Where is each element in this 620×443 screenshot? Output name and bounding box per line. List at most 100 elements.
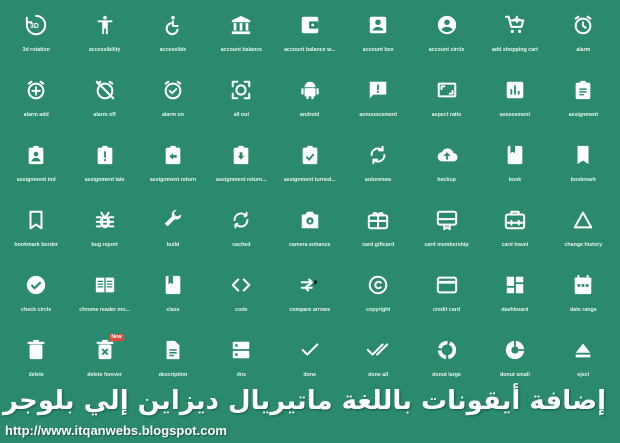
icon-tile-delete-forever[interactable]: delete forever New (70, 329, 138, 394)
icon-tile-book[interactable]: book (481, 134, 549, 199)
icon-label: eject (577, 372, 590, 378)
card-membership-icon (436, 209, 458, 231)
delete-forever-icon (94, 339, 116, 361)
assignment-late-icon (94, 144, 116, 166)
icon-tile-dashboard[interactable]: dashboard (481, 264, 549, 329)
icon-tile-android[interactable]: android (276, 69, 344, 134)
done-all-icon (367, 339, 389, 361)
icon-label: donut large (432, 372, 461, 378)
icon-tile-done-all[interactable]: done all (344, 329, 412, 394)
icon-label: assignment return (149, 177, 197, 183)
icon-tile-bookmark-border[interactable]: bookmark border (2, 199, 70, 264)
check-circle-icon (25, 274, 47, 296)
icon-label: alarm on (161, 112, 185, 118)
icon-grid: 3D 3d rotation accessibility accessible acco… (2, 4, 618, 394)
icon-tile-donut-small[interactable]: donut small (481, 329, 549, 394)
icon-label: 3d rotation (22, 47, 50, 53)
aspect-ratio-icon (436, 79, 458, 101)
icon-label: assignment (568, 112, 599, 118)
icon-tile-autorenew[interactable]: autorenew (344, 134, 412, 199)
icon-tile-donut-large[interactable]: donut large (412, 329, 480, 394)
icon-tile-done[interactable]: done (276, 329, 344, 394)
donut-large-icon (436, 339, 458, 361)
icon-tile-all-out[interactable]: all out (207, 69, 275, 134)
icon-label: book (508, 177, 522, 183)
icon-tile-3d-rotation[interactable]: 3D 3d rotation (2, 4, 70, 69)
backup-icon (436, 144, 458, 166)
icon-tile-chrome-reader-mode[interactable]: chrome reader mo... (70, 264, 138, 329)
icon-tile-accessible[interactable]: accessible (139, 4, 207, 69)
icon-tile-date-range[interactable]: date range (549, 264, 617, 329)
icon-label: done (303, 372, 317, 378)
icon-tile-code[interactable]: code (207, 264, 275, 329)
icon-label: assignment ind (16, 177, 56, 183)
icon-tile-assignment-return[interactable]: assignment return (139, 134, 207, 199)
icon-tile-copyright[interactable]: copyright (344, 264, 412, 329)
icon-label: assignment return... (216, 177, 267, 183)
icon-tile-assignment-returned[interactable]: assignment return... (207, 134, 275, 199)
icon-tile-announcement[interactable]: announcement (344, 69, 412, 134)
description-icon (162, 339, 184, 361)
icon-tile-backup[interactable]: backup (412, 134, 480, 199)
site-url[interactable]: http://www.itqanwebs.blogspot.com (5, 423, 227, 438)
icon-tile-add-shopping-cart[interactable]: add shopping cart (481, 4, 549, 69)
bookmark-border-icon (25, 209, 47, 231)
dns-icon (230, 339, 252, 361)
icon-label: alarm (576, 47, 591, 53)
icon-tile-card-membership[interactable]: card membership (412, 199, 480, 264)
alarm-off-icon (94, 79, 116, 101)
bookmark-icon (572, 144, 594, 166)
page-title: إضافة أيقونات باللغة ماتيريال ديزاين إلي… (2, 386, 606, 416)
icon-tile-dns[interactable]: dns (207, 329, 275, 394)
cached-icon (230, 209, 252, 231)
announcement-icon (367, 79, 389, 101)
icon-tile-description[interactable]: description (139, 329, 207, 394)
icon-tile-alarm-off[interactable]: alarm off (70, 69, 138, 134)
icon-tile-alarm[interactable]: alarm (549, 4, 617, 69)
icon-tile-delete[interactable]: delete (2, 329, 70, 394)
icon-tile-account-box[interactable]: account box (344, 4, 412, 69)
icon-tile-account-balance[interactable]: account balance (207, 4, 275, 69)
icon-tile-cached[interactable]: cached (207, 199, 275, 264)
icon-tile-alarm-add[interactable]: alarm add (2, 69, 70, 134)
autorenew-icon (367, 144, 389, 166)
icon-label: account box (362, 47, 394, 53)
icon-tile-assignment-turned-in[interactable]: assignment turned... (276, 134, 344, 199)
account-balance-icon (230, 14, 252, 36)
icon-tile-change-history[interactable]: change history (549, 199, 617, 264)
icon-tile-card-giftcard[interactable]: card giftcard (344, 199, 412, 264)
icon-tile-account-circle[interactable]: account circle (412, 4, 480, 69)
account-balance-wallet-icon (299, 14, 321, 36)
icon-label: check circle (21, 307, 52, 313)
icon-tile-account-balance-wallet[interactable]: account balance w... (276, 4, 344, 69)
icon-tile-alarm-on[interactable]: alarm on (139, 69, 207, 134)
icon-label: date range (569, 307, 597, 313)
icon-tile-check-circle[interactable]: check circle (2, 264, 70, 329)
icon-tile-bookmark[interactable]: bookmark (549, 134, 617, 199)
assignment-turned-in-icon (299, 144, 321, 166)
icon-tile-accessibility[interactable]: accessibility (70, 4, 138, 69)
assignment-icon (572, 79, 594, 101)
class-icon (162, 274, 184, 296)
icon-tile-credit-card[interactable]: credit card (412, 264, 480, 329)
icon-tile-card-travel[interactable]: card travel (481, 199, 549, 264)
icon-tile-camera-enhance[interactable]: camera enhance (276, 199, 344, 264)
card-giftcard-icon (367, 209, 389, 231)
icon-tile-assignment-late[interactable]: assignment late (70, 134, 138, 199)
icon-tile-assessment[interactable]: assessment (481, 69, 549, 134)
icon-tile-compare-arrows[interactable]: compare arrows (276, 264, 344, 329)
card-travel-icon (504, 209, 526, 231)
icon-tile-bug-report[interactable]: bug report (70, 199, 138, 264)
new-badge: New (109, 334, 124, 341)
icon-label: card giftcard (362, 242, 395, 248)
eject-icon (572, 339, 594, 361)
icon-label: backup (437, 177, 456, 183)
credit-card-icon (436, 274, 458, 296)
icon-tile-class[interactable]: class (139, 264, 207, 329)
icon-tile-build[interactable]: build (139, 199, 207, 264)
icon-tile-assignment[interactable]: assignment (549, 69, 617, 134)
icon-tile-aspect-ratio[interactable]: aspect ratio (412, 69, 480, 134)
icon-tile-assignment-ind[interactable]: assignment ind (2, 134, 70, 199)
alarm-icon (572, 14, 594, 36)
icon-tile-eject[interactable]: eject (549, 329, 617, 394)
